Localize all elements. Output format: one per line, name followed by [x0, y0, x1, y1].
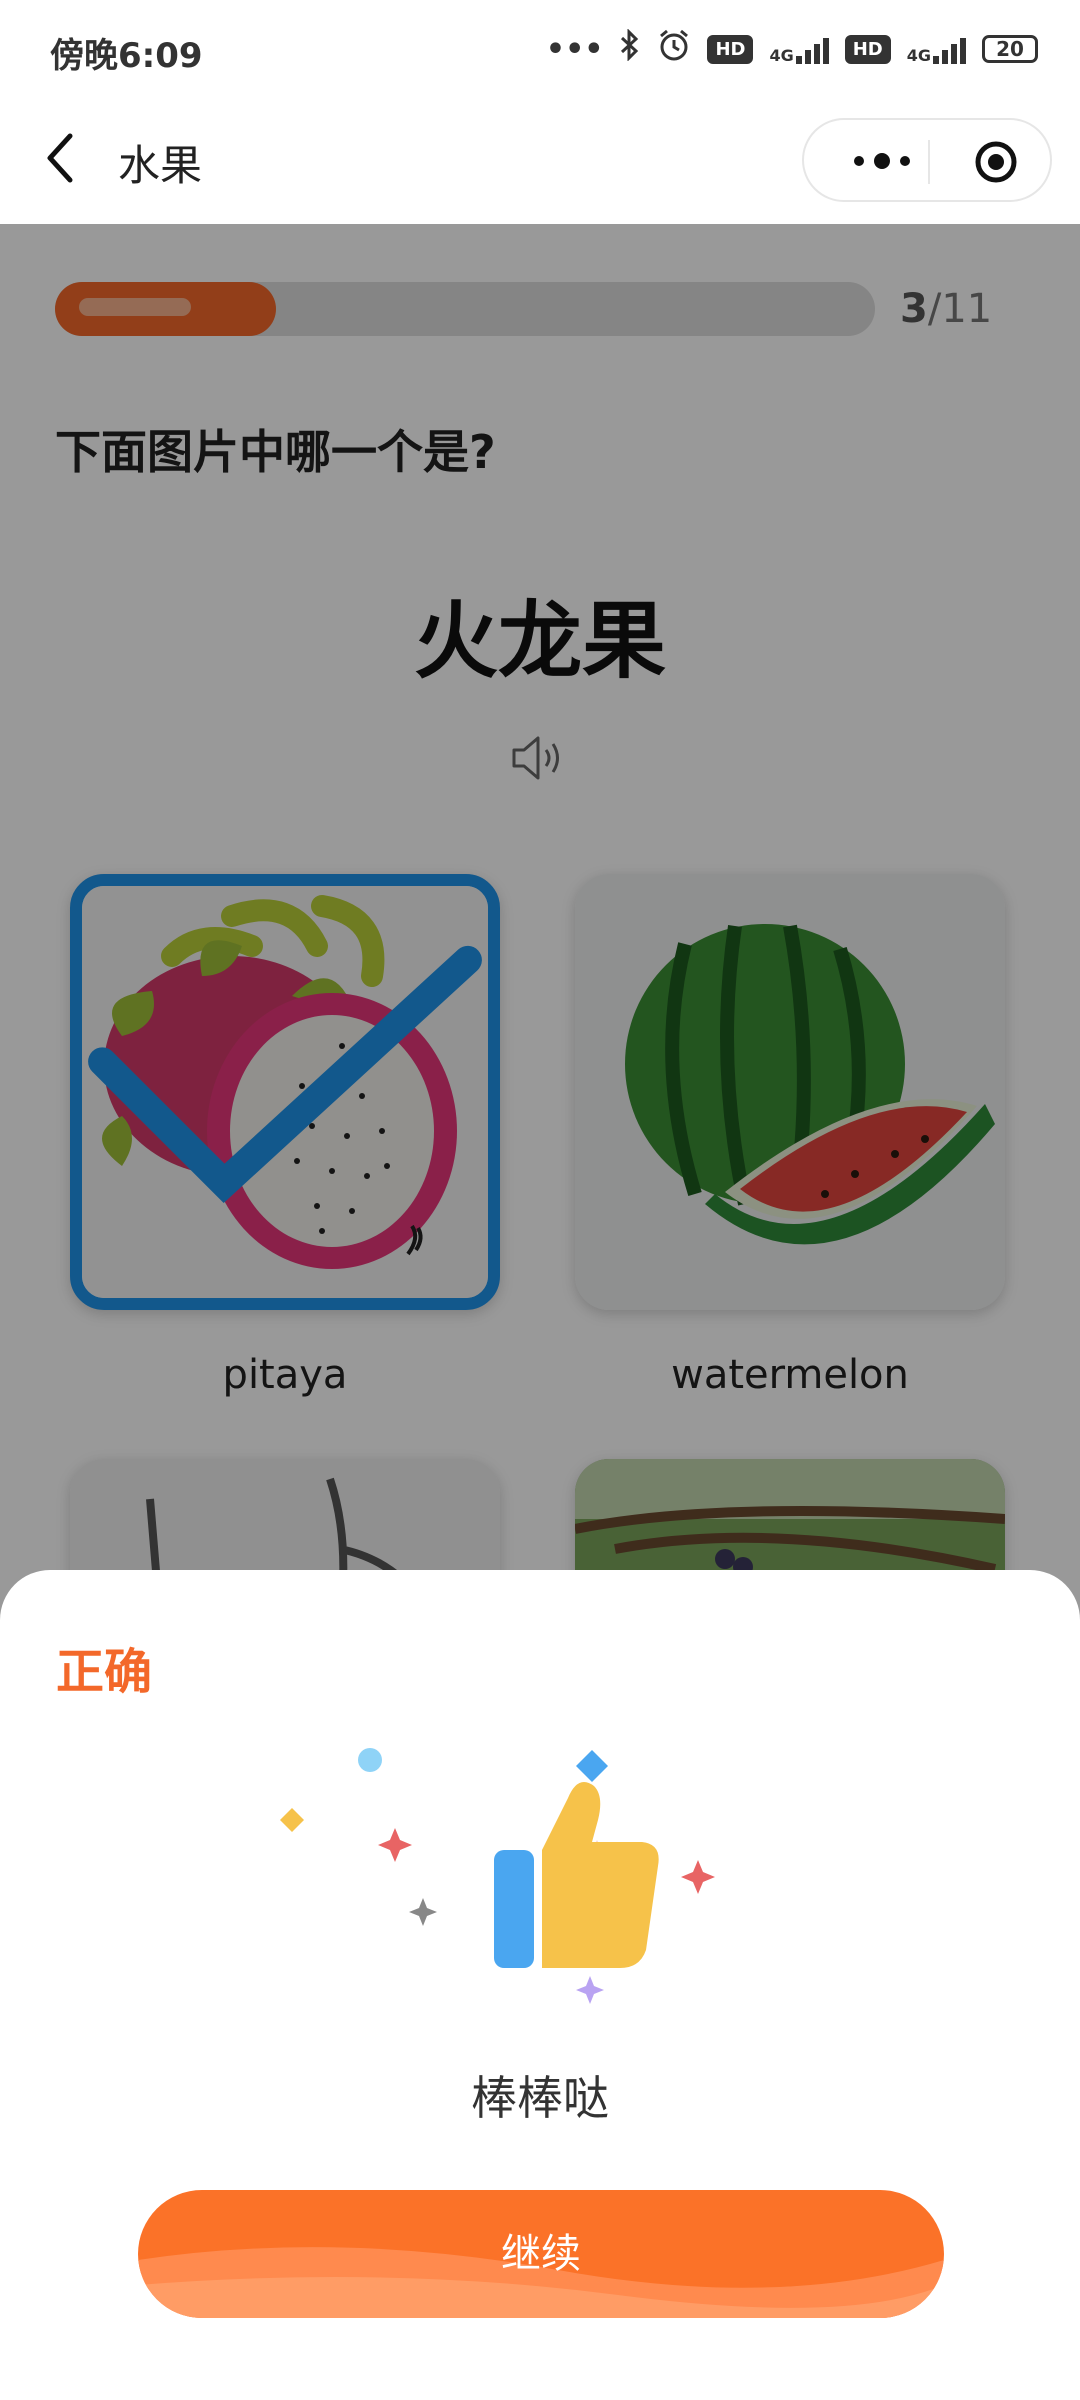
- status-bar: 傍晚6:09 ••• HD 4G HD 4G 20: [0, 0, 1080, 100]
- mini-program-capsule: [802, 118, 1052, 202]
- continue-button[interactable]: 继续: [138, 2190, 944, 2318]
- hd-icon: HD: [707, 34, 754, 64]
- praise-text: 棒棒哒: [471, 2071, 609, 2125]
- chevron-left-icon[interactable]: [38, 128, 88, 188]
- result-title: 正确: [56, 1644, 153, 1700]
- signal-4g-icon: 4G: [907, 34, 966, 64]
- result-sheet: 正确 棒棒哒 继续: [0, 1570, 1080, 2400]
- alarm-icon: [657, 28, 691, 70]
- nav-bar: 水果: [0, 100, 1080, 224]
- battery-icon: 20: [982, 35, 1038, 63]
- more-dots-icon: •••: [545, 31, 604, 67]
- status-time: 傍晚6:09: [50, 36, 203, 76]
- status-icons: ••• HD 4G HD 4G 20: [546, 28, 1038, 70]
- continue-button-label: 继续: [501, 2231, 581, 2277]
- more-dots-icon[interactable]: [842, 146, 922, 176]
- thumbs-up-icon: [280, 1748, 715, 2004]
- page-title: 水果: [118, 141, 203, 190]
- signal-4g-icon: 4G: [769, 34, 829, 64]
- target-circle-icon[interactable]: [974, 140, 1018, 184]
- capsule-divider: [928, 140, 930, 184]
- bluetooth-icon: [619, 28, 641, 69]
- hd-icon: HD: [844, 34, 891, 64]
